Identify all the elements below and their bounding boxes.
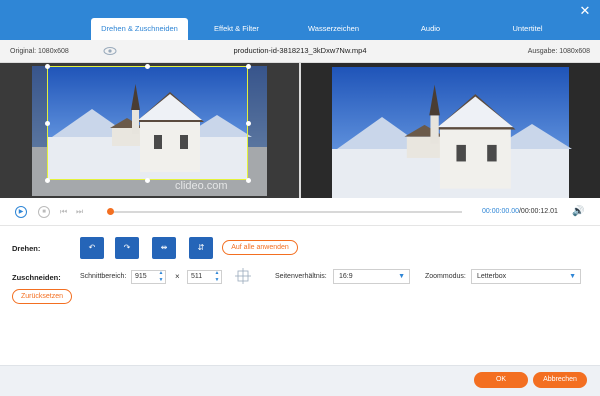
chapel-image <box>404 84 516 189</box>
times-sign: × <box>175 272 180 281</box>
output-preview <box>301 63 600 198</box>
zoom-mode-label: Zoommodus: <box>425 273 466 280</box>
player-controls: ▶ ■ ⏮ ⏭ 00:00:00.00/00:00:12.01 🔊 <box>0 198 600 226</box>
close-icon[interactable]: ✕ <box>578 4 592 18</box>
stop-icon[interactable]: ■ <box>38 206 50 218</box>
height-stepper[interactable]: ▲ ▼ <box>213 270 221 284</box>
flip-vertical-icon: ⇵ <box>197 243 205 252</box>
flip-horizontal-icon: ⇹ <box>160 243 168 252</box>
crop-frame[interactable] <box>47 66 248 180</box>
crop-handle[interactable] <box>246 178 251 183</box>
width-stepper[interactable]: ▲ ▼ <box>157 270 165 284</box>
tab-audio[interactable]: Audio <box>382 18 479 40</box>
prev-frame-icon[interactable]: ⏮ <box>60 207 67 217</box>
tab-rotate-crop[interactable]: Drehen & Zuschneiden <box>91 18 188 40</box>
crop-handle[interactable] <box>45 64 50 69</box>
crop-label: Zuschneiden: <box>12 273 61 282</box>
tab-effects-filters[interactable]: Effekt & Filter <box>188 18 285 40</box>
volume-icon[interactable]: 🔊 <box>572 206 584 217</box>
tab-bar: Drehen & Zuschneiden Effekt & Filter Was… <box>91 18 576 40</box>
crop-handle[interactable] <box>246 64 251 69</box>
zoom-mode-value: Letterbox <box>477 273 507 280</box>
current-time: 00:00:00.00 <box>482 208 519 215</box>
watermark-text: clideo.com <box>175 180 228 192</box>
output-frame <box>332 67 572 198</box>
aspect-ratio-select[interactable]: 16:9 ▼ <box>333 269 410 284</box>
aspect-ratio-value: 16:9 <box>339 273 353 280</box>
total-time: /00:00:12.01 <box>518 208 558 215</box>
zoom-mode-select[interactable]: Letterbox ▼ <box>471 269 581 284</box>
next-frame-icon[interactable]: ⏭ <box>76 207 83 217</box>
play-icon[interactable]: ▶ <box>15 206 27 218</box>
chevron-down-icon: ▼ <box>398 273 405 280</box>
rotate-right-icon: ↷ <box>123 243 131 252</box>
center-crop-icon[interactable] <box>234 267 252 287</box>
cancel-button[interactable]: Abbrechen <box>533 372 587 388</box>
crop-handle[interactable] <box>145 64 150 69</box>
flip-vertical-button[interactable]: ⇵ <box>189 237 213 259</box>
time-display: 00:00:00.00/00:00:12.01 <box>482 208 558 215</box>
reset-button[interactable]: Zurücksetzen <box>12 289 72 304</box>
crop-handle[interactable] <box>246 121 251 126</box>
ok-button[interactable]: OK <box>474 372 528 388</box>
rotate-left-button[interactable]: ↶ <box>80 237 104 259</box>
tab-watermark[interactable]: Wasserzeichen <box>285 18 382 40</box>
info-bar: Original: 1080x608 production-id-3818213… <box>0 40 600 63</box>
aspect-ratio-label: Seitenverhältnis: <box>275 273 327 280</box>
top-bar: Drehen & Zuschneiden Effekt & Filter Was… <box>0 0 600 40</box>
output-resolution: Ausgabe: 1080x608 <box>527 48 590 55</box>
rotate-right-button[interactable]: ↷ <box>115 237 139 259</box>
file-name: production-id-3818213_3kDxw7Nw.mp4 <box>233 46 367 55</box>
rotate-label: Drehen: <box>12 244 41 253</box>
crop-handle[interactable] <box>45 121 50 126</box>
original-preview: clideo.com <box>0 63 299 198</box>
crop-area-label: Schnittbereich: <box>80 273 127 280</box>
timeline-track[interactable] <box>109 211 462 213</box>
crop-handle[interactable] <box>45 178 50 183</box>
flip-horizontal-button[interactable]: ⇹ <box>152 237 176 259</box>
crop-handle[interactable] <box>145 178 150 183</box>
preview-area: clideo.com <box>0 63 600 198</box>
tab-subtitles[interactable]: Untertitel <box>479 18 576 40</box>
apply-all-button[interactable]: Auf alle anwenden <box>222 240 298 255</box>
timeline-thumb[interactable] <box>107 208 114 215</box>
rotate-left-icon: ↶ <box>88 243 96 252</box>
chevron-down-icon: ▼ <box>569 273 576 280</box>
